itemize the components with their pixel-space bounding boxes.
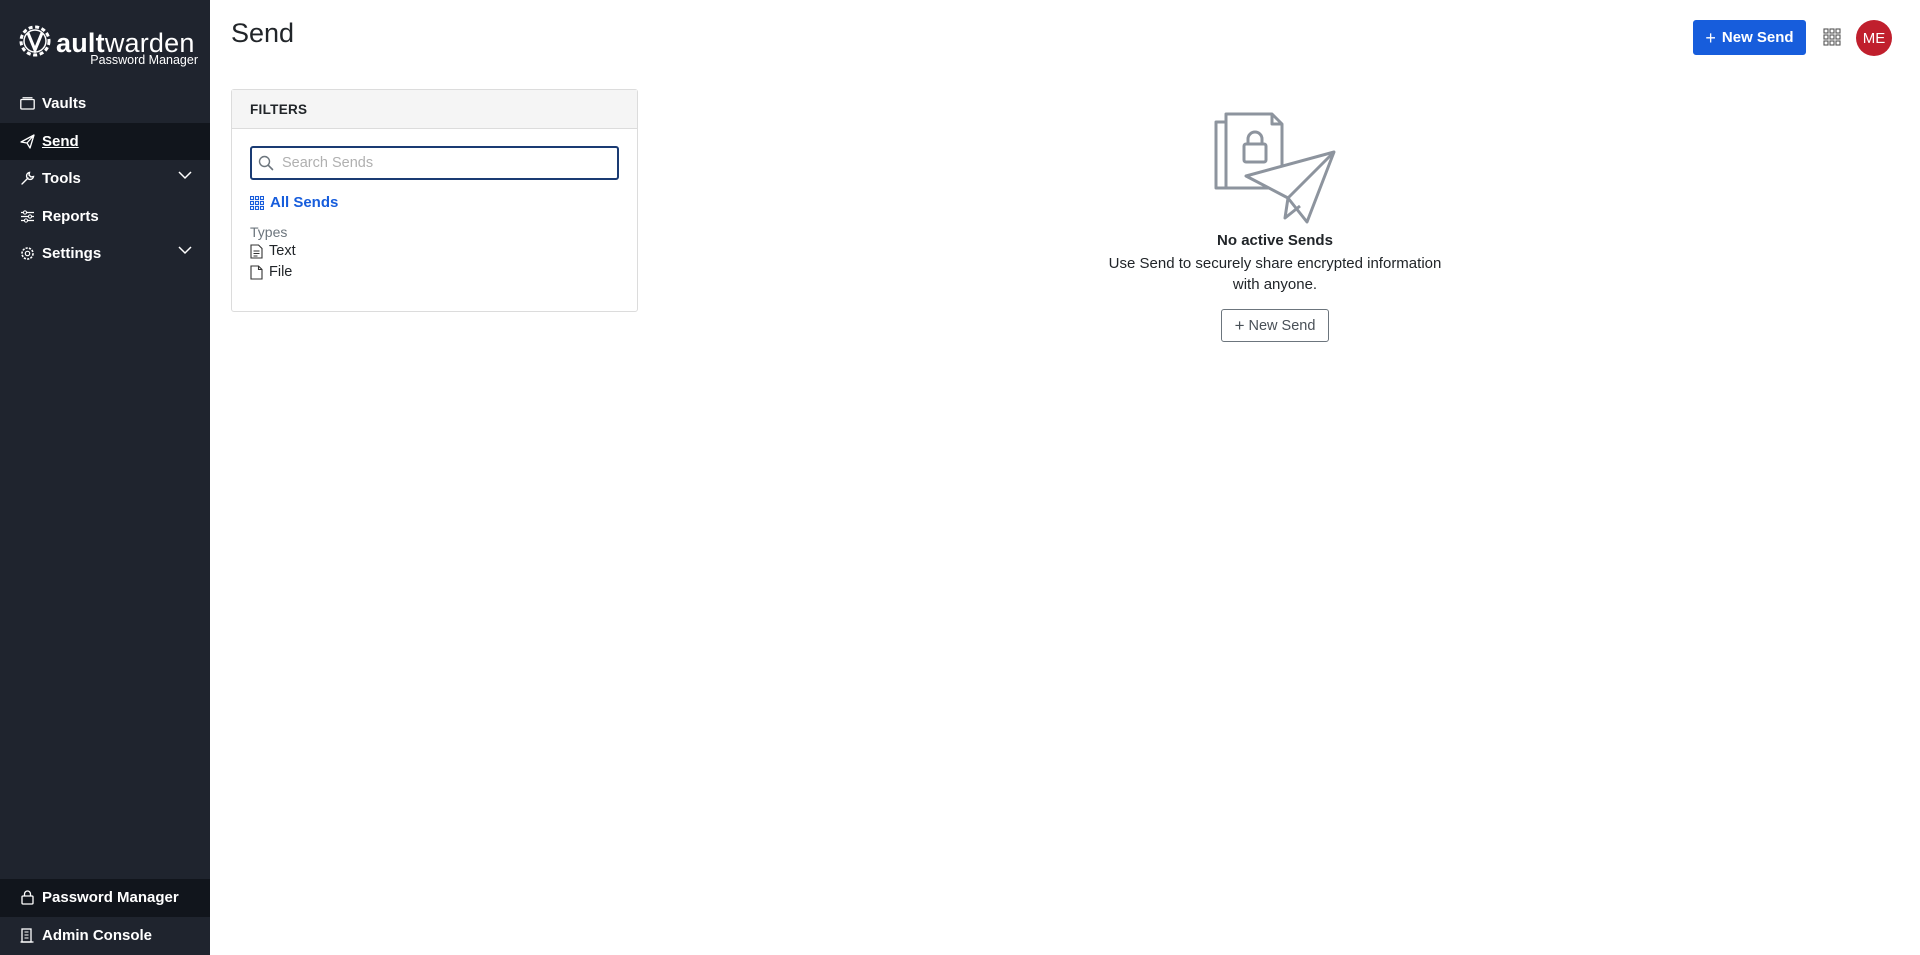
sidebar-item-label: Admin Console — [42, 926, 153, 944]
wrench-icon — [19, 171, 35, 187]
sidebar-item-admin-console[interactable]: Admin Console — [0, 917, 210, 955]
filter-type-text[interactable]: Text — [250, 243, 296, 259]
lock-icon — [19, 890, 35, 906]
app-grid-icon — [1823, 28, 1841, 46]
empty-state-message: Use Send to securely share encrypted inf… — [1108, 255, 1442, 293]
sidebar-item-label: Password Manager — [42, 889, 179, 907]
vault-icon — [19, 96, 35, 112]
empty-new-send-label: New Send — [1248, 317, 1316, 334]
avatar[interactable]: ME — [1856, 20, 1892, 56]
product-switcher-button[interactable] — [1822, 27, 1842, 47]
chevron-down-icon[interactable] — [178, 246, 192, 255]
brand-subtitle: Password Manager — [90, 53, 198, 67]
business-icon — [19, 927, 35, 943]
empty-new-send-button[interactable]: + New Send — [1221, 309, 1329, 342]
filter-type-file[interactable]: File — [250, 264, 292, 280]
empty-state: No active Sends Use Send to securely sha… — [1090, 110, 1460, 342]
filter-all-sends[interactable]: All Sends — [250, 194, 338, 211]
filter-type-label: File — [269, 264, 293, 280]
sidebar-item-label: Tools — [42, 170, 81, 188]
sidebar-item-label: Settings — [42, 245, 102, 263]
filters-heading: FILTERS — [232, 90, 637, 129]
search-icon — [258, 155, 274, 171]
new-send-button[interactable]: + New Send — [1693, 20, 1806, 55]
search-input[interactable] — [280, 151, 610, 175]
chevron-down-icon[interactable] — [178, 171, 192, 180]
send-icon — [19, 133, 35, 149]
plus-icon: + — [1705, 27, 1716, 48]
gear-v-icon — [19, 25, 51, 57]
vaultwarden-logo[interactable]: aultwarden Password Manager — [18, 22, 198, 72]
send-illustration-icon — [1214, 112, 1336, 224]
plus-icon: + — [1234, 316, 1245, 335]
sidebar-item-send[interactable]: Send — [0, 122, 210, 160]
sidebar-item-label: Send — [42, 132, 79, 150]
filters-panel: FILTERS All Sends Types Text File — [231, 89, 638, 312]
new-send-button-label: New Send — [1721, 29, 1794, 46]
main-nav: Vaults Send Tools Reports Settings — [0, 85, 210, 273]
text-file-icon — [250, 243, 263, 259]
empty-state-title: No active Sends — [1217, 232, 1333, 249]
sliders-icon — [19, 208, 35, 224]
filter-all-sends-label: All Sends — [270, 194, 339, 211]
sidebar-item-label: Reports — [42, 207, 99, 225]
product-switcher: Password Manager Admin Console — [0, 879, 210, 954]
types-heading: Types — [250, 224, 288, 240]
sidebar-item-label: Vaults — [42, 95, 87, 113]
sidebar-item-reports[interactable]: Reports — [0, 198, 210, 236]
app-grid-icon — [250, 195, 264, 210]
file-icon — [250, 264, 263, 280]
page-title: Send — [231, 18, 295, 48]
sidebar-item-password-manager[interactable]: Password Manager — [0, 879, 210, 917]
sidebar-item-tools[interactable]: Tools — [0, 160, 210, 198]
gear-icon — [19, 246, 35, 262]
sidebar-item-vaults[interactable]: Vaults — [0, 85, 210, 123]
sidebar-item-settings[interactable]: Settings — [0, 235, 210, 273]
sidebar: aultwarden Password Manager Vaults Send … — [0, 0, 210, 955]
filter-type-label: Text — [269, 243, 296, 259]
search-box[interactable] — [250, 146, 619, 180]
